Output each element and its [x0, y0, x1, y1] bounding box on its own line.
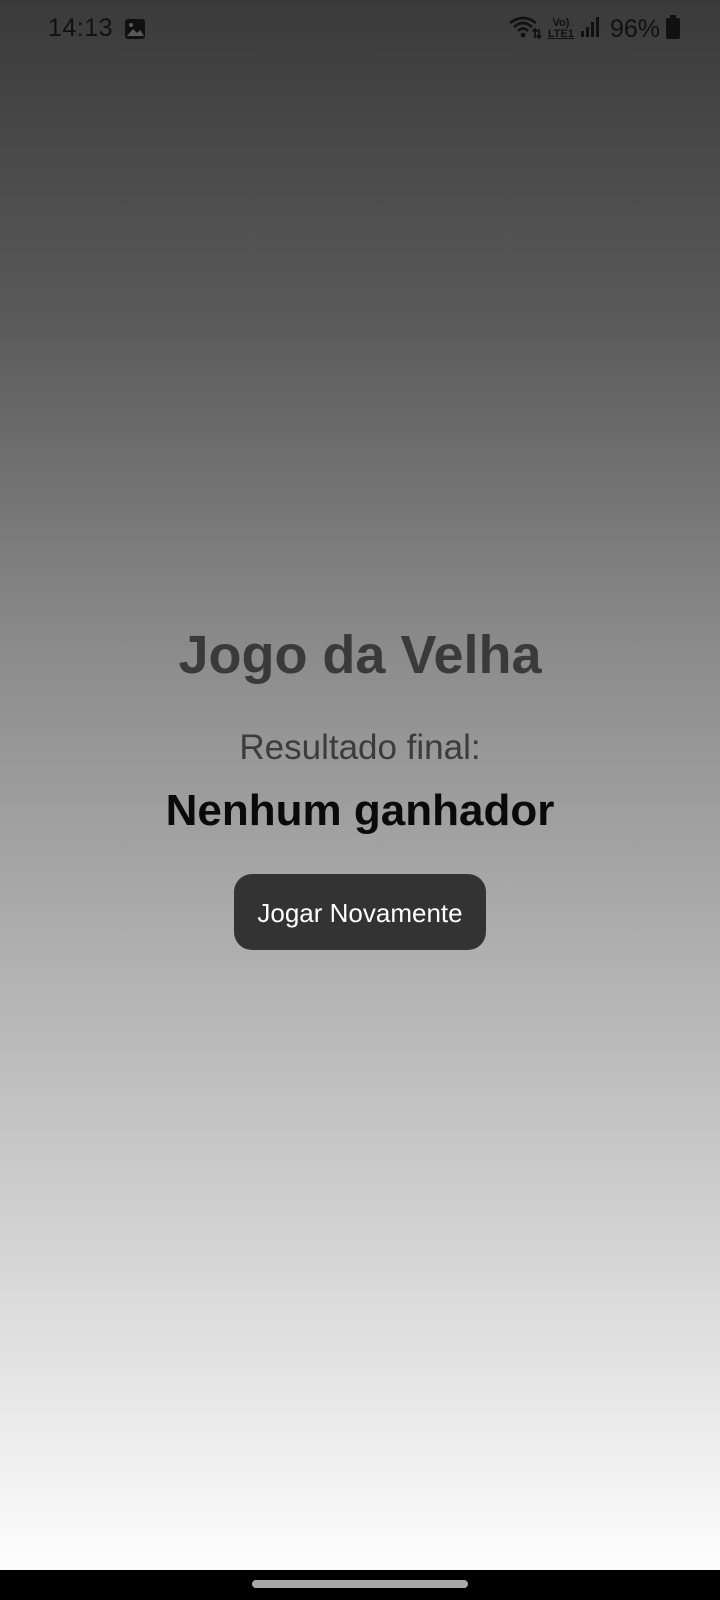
battery-icon — [666, 14, 680, 44]
result-label: Resultado final: — [239, 728, 481, 767]
home-indicator[interactable] — [252, 1580, 468, 1588]
status-icons: Vo) LTE1 96% — [508, 14, 680, 44]
play-again-button[interactable]: Jogar Novamente — [234, 874, 486, 950]
navigation-bar — [0, 1570, 720, 1600]
volte-label-bottom: LTE1 — [547, 28, 574, 40]
battery-percent: 96% — [609, 14, 660, 43]
image-icon — [124, 18, 146, 40]
status-time: 14:13 — [48, 14, 114, 42]
app-screen: 14:13 Vo) LTE1 96% Jogo da Velha Resulta… — [0, 0, 720, 1600]
main-content: Jogo da Velha Resultado final: Nenhum ga… — [0, 620, 720, 950]
signal-icon — [580, 16, 600, 43]
status-bar: 14:13 Vo) LTE1 96% — [0, 0, 720, 60]
wifi-icon — [508, 14, 542, 45]
page-title: Jogo da Velha — [178, 625, 542, 685]
volte-icon: Vo) LTE1 — [548, 18, 574, 40]
result-value: Nenhum ganhador — [165, 786, 555, 835]
